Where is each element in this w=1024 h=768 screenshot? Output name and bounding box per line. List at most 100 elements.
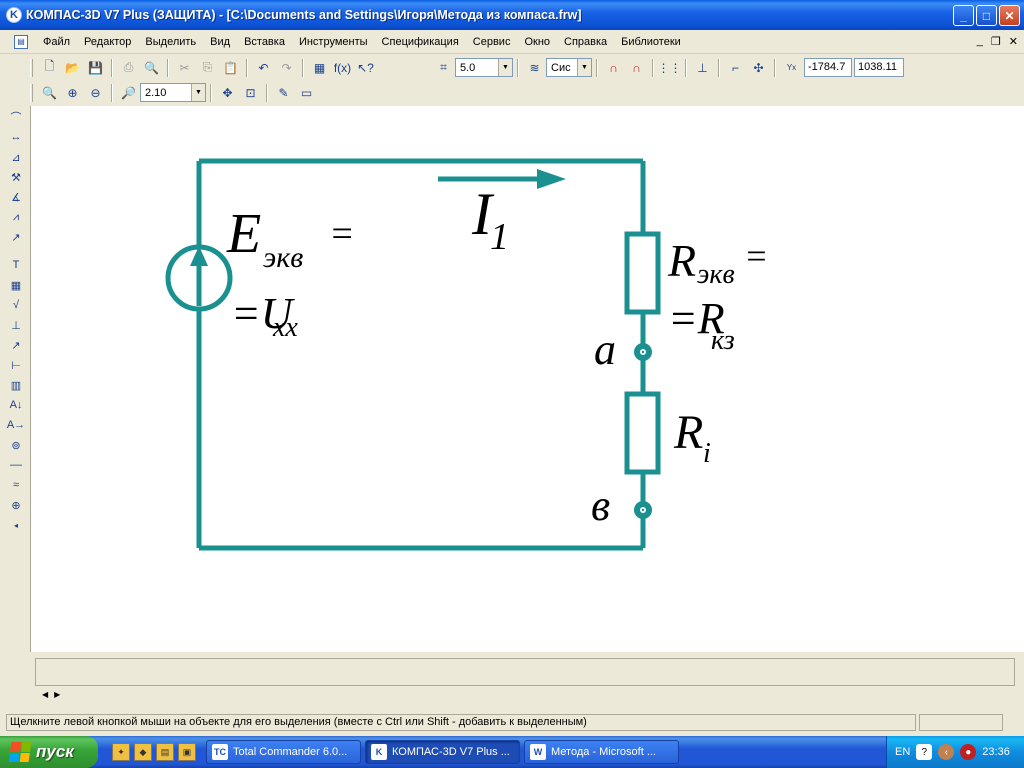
step-combo[interactable]: 5.0 ▼ [455, 58, 513, 77]
menu-libraries[interactable]: Библиотеки [614, 36, 688, 48]
antivirus-icon[interactable]: ● [960, 744, 977, 760]
coord-x-field[interactable]: -1784.7 [804, 58, 852, 77]
coordinate-system-combo[interactable]: Сис ▼ [546, 58, 592, 77]
roughness-icon[interactable]: √ [5, 296, 27, 314]
parametrization-icon[interactable]: ∡ [5, 188, 27, 206]
mdi-minimize-button[interactable]: _ [977, 35, 983, 48]
table-icon[interactable]: ▦ [5, 276, 27, 294]
circuit-diagram: E экв = =U хх I 1 R экв = =R кз R i a в [165, 158, 768, 551]
quick-launch-icon-3[interactable]: ▤ [156, 743, 174, 761]
label-Req-sub: экв [697, 259, 735, 290]
chevron-down-icon[interactable]: ▼ [191, 84, 205, 101]
help-pointer-icon[interactable]: ↖? [355, 57, 376, 78]
tolerance-icon[interactable]: ▥ [5, 376, 27, 394]
layers-icon[interactable]: ≋ [524, 57, 545, 78]
kompas-app-icon[interactable]: K [6, 7, 22, 23]
fx-button[interactable]: f(x) [332, 57, 353, 78]
language-indicator[interactable]: EN [895, 746, 910, 758]
close-button[interactable]: ✕ [999, 5, 1020, 26]
axis-line-icon[interactable]: ‒‒ [5, 456, 27, 474]
quick-launch-icon-4[interactable]: ▣ [178, 743, 196, 761]
horizontal-scroll-arrows[interactable]: ◀▶ [42, 690, 66, 699]
ortho-icon[interactable]: ⌐ [725, 57, 746, 78]
leader-icon[interactable]: ↗ [5, 336, 27, 354]
start-button[interactable]: пуск [0, 736, 98, 768]
crosshair-icon[interactable]: ⊕ [5, 496, 27, 514]
task-total-commander[interactable]: TC Total Commander 6.0... [206, 740, 361, 764]
title-bar[interactable]: K КОМПАС-3D V7 Plus (ЗАЩИТА) - [C:\Docum… [0, 0, 1024, 30]
geometry-icon[interactable]: ⌒ [5, 108, 27, 126]
task-kompas[interactable]: K КОМПАС-3D V7 Plus ... [365, 740, 520, 764]
position-icon[interactable]: ⊢ [5, 356, 27, 374]
redo-icon[interactable]: ↷ [276, 57, 297, 78]
copy-icon[interactable]: ⎘ [197, 57, 218, 78]
show-all-icon[interactable]: ⊡ [240, 82, 261, 103]
cut-icon[interactable]: ✂ [174, 57, 195, 78]
print-preview-icon[interactable]: 🔍 [141, 57, 162, 78]
minimize-button[interactable]: _ [953, 5, 974, 26]
start-label: пуск [36, 742, 74, 761]
chevron-down-icon[interactable]: ▼ [577, 59, 591, 76]
undo-icon[interactable]: ↶ [253, 57, 274, 78]
editing-icon[interactable]: ⚒ [5, 168, 27, 186]
designations-icon[interactable]: ⊿ [5, 148, 27, 166]
display-mode-icon[interactable]: ▭ [296, 82, 317, 103]
base-icon[interactable]: ⊥ [5, 316, 27, 334]
zoom-scale-icon[interactable]: 🔎 [118, 82, 139, 103]
print-icon[interactable]: ⎙ [118, 57, 139, 78]
property-panel-area[interactable] [35, 658, 1015, 686]
menu-view[interactable]: Вид [203, 36, 237, 48]
document-icon[interactable]: ▤ [14, 34, 28, 49]
paste-icon[interactable]: 📋 [220, 57, 241, 78]
menu-service[interactable]: Сервис [466, 36, 518, 48]
menu-specification[interactable]: Спецификация [375, 36, 466, 48]
menu-file[interactable]: Файл [36, 36, 77, 48]
toolbar-grip[interactable] [30, 83, 33, 102]
windows-logo-icon [8, 742, 32, 762]
menu-help[interactable]: Справка [557, 36, 614, 48]
drawing-canvas[interactable]: E экв = =U хх I 1 R экв = =R кз R i a в [30, 106, 1024, 652]
menu-window[interactable]: Окно [517, 36, 557, 48]
text-icon[interactable]: T [5, 256, 27, 274]
menu-editor[interactable]: Редактор [77, 36, 138, 48]
more-tools-icon[interactable]: ◂ [5, 516, 27, 534]
measure-icon[interactable]: ⩘ [5, 208, 27, 226]
open-file-icon[interactable]: 📂 [62, 57, 83, 78]
quick-launch-icon-1[interactable]: ✦ [112, 743, 130, 761]
variables-icon[interactable]: ▦ [309, 57, 330, 78]
resistor-ri [624, 391, 661, 475]
center-mark-icon[interactable]: ⊚ [5, 436, 27, 454]
menu-insert[interactable]: Вставка [237, 36, 292, 48]
save-icon[interactable]: 💾 [85, 57, 106, 78]
new-file-icon[interactable]: 🗋 [39, 57, 60, 78]
menu-select[interactable]: Выделить [138, 36, 203, 48]
pan-icon[interactable]: ✥ [217, 82, 238, 103]
zoom-out-icon[interactable]: ⊖ [85, 82, 106, 103]
dimensions-icon[interactable]: ↔ [5, 128, 27, 146]
menu-tools[interactable]: Инструменты [292, 36, 375, 48]
mdi-restore-button[interactable]: ❐ [991, 35, 1001, 48]
snap-settings-icon[interactable]: ∩ [626, 57, 647, 78]
refresh-icon[interactable]: ✎ [273, 82, 294, 103]
cut-line-icon[interactable]: A↓ [5, 396, 27, 414]
mdi-close-button[interactable]: ✕ [1009, 35, 1018, 48]
chevron-down-icon[interactable]: ▼ [498, 59, 512, 76]
maximize-button[interactable]: □ [976, 5, 997, 26]
grid-icon[interactable]: ⋮⋮ [658, 57, 682, 78]
zoom-in-icon[interactable]: ⊕ [62, 82, 83, 103]
zoom-combo[interactable]: 2.10 ▼ [140, 83, 206, 102]
tray-arrow-icon[interactable]: ‹ [938, 744, 955, 760]
cursor-step-icon[interactable]: ⌗ [433, 57, 454, 78]
round-coordinates-icon[interactable]: ✣ [748, 57, 769, 78]
selection-icon[interactable]: ↗ [5, 228, 27, 246]
view-arrow-icon[interactable]: A→ [5, 416, 27, 434]
quick-launch-icon-2[interactable]: ◆ [134, 743, 152, 761]
toolbar-grip[interactable] [30, 58, 33, 77]
coord-y-field[interactable]: 1038.11 [854, 58, 904, 77]
zoom-window-icon[interactable]: 🔍 [39, 82, 60, 103]
local-cs-icon[interactable]: ⊥ [692, 57, 713, 78]
wave-line-icon[interactable]: ≈ [5, 476, 27, 494]
task-word[interactable]: W Метода - Microsoft ... [524, 740, 679, 764]
snap-magnet-icon[interactable]: ∩ [603, 57, 624, 78]
help-icon[interactable]: ? [916, 744, 933, 760]
